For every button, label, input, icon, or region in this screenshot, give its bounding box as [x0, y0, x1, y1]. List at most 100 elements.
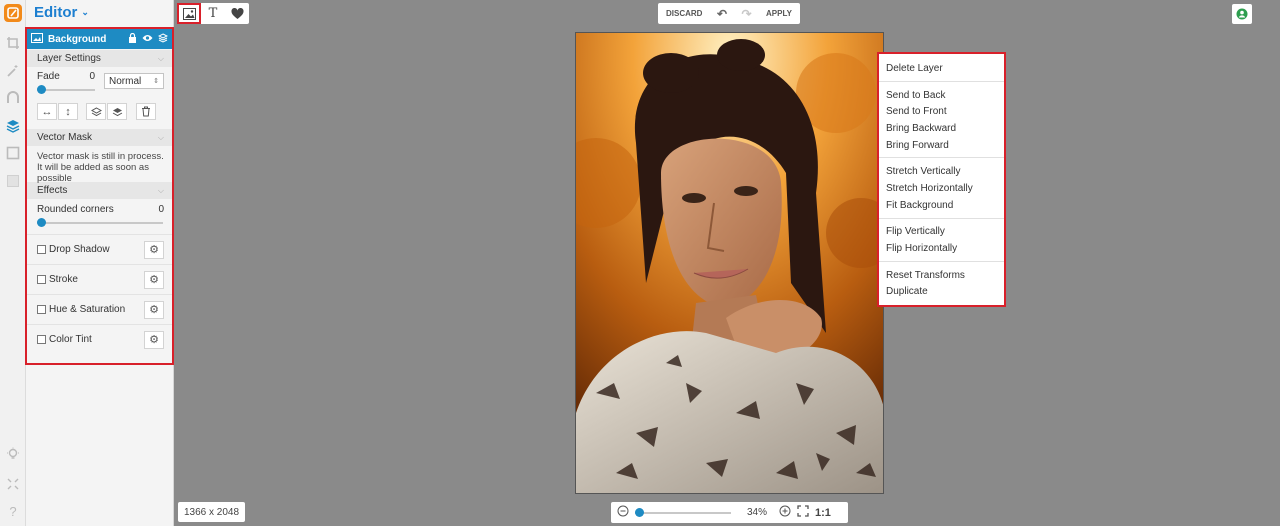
menu-send-to-back[interactable]: Send to Back — [879, 87, 1004, 104]
menu-divider — [879, 80, 1004, 82]
zoom-bar: 34% 1:1 — [611, 502, 848, 523]
add-sticker-button[interactable] — [225, 3, 249, 24]
frame-icon[interactable] — [4, 144, 22, 162]
drop-shadow-settings-button[interactable]: ⚙ — [144, 240, 164, 259]
layer-settings-header[interactable]: Layer Settings ⌵ — [27, 50, 172, 67]
lightbulb-icon[interactable] — [4, 445, 22, 463]
fit-screen-icon[interactable] — [797, 505, 809, 520]
effect-label: Stroke — [49, 274, 78, 285]
effect-row: Hue & Saturation ⚙ — [27, 294, 172, 324]
redo-icon[interactable]: ↷ — [741, 7, 751, 21]
lock-icon[interactable] — [128, 32, 137, 46]
arrows-vertical-icon: ↕ — [65, 105, 71, 118]
menu-bring-backward[interactable]: Bring Backward — [879, 120, 1004, 137]
effect-row: Color Tint ⚙ — [27, 324, 172, 354]
zoom-in-icon[interactable] — [779, 505, 791, 520]
menu-delete-layer[interactable]: Delete Layer — [879, 60, 1004, 77]
fade-label: Fade — [37, 71, 60, 82]
rounded-corners-slider[interactable] — [37, 218, 163, 228]
menu-fit-background[interactable]: Fit Background — [879, 197, 1004, 214]
image-layer-icon — [31, 32, 43, 46]
effects-header[interactable]: Effects ⌵ — [27, 182, 172, 199]
add-image-button[interactable] — [177, 3, 201, 24]
effects-title: Effects — [37, 185, 68, 196]
flip-vertical-button[interactable]: ↕ — [58, 103, 78, 120]
magic-wand-icon[interactable] — [4, 62, 22, 80]
menu-divider — [879, 157, 1004, 159]
bring-forward-button[interactable] — [86, 103, 106, 120]
discard-button[interactable]: DISCARD — [666, 9, 702, 18]
delete-layer-button[interactable] — [136, 103, 156, 120]
photo-portrait — [576, 33, 883, 493]
menu-bring-forward[interactable]: Bring Forward — [879, 137, 1004, 154]
menu-stretch-vertically[interactable]: Stretch Vertically — [879, 163, 1004, 180]
layer-settings-title: Layer Settings — [37, 53, 101, 64]
blend-mode-select[interactable]: Normal ⇕ — [104, 73, 164, 89]
help-icon[interactable]: ? — [4, 502, 22, 520]
vector-mask-header[interactable]: Vector Mask ⌵ — [27, 129, 172, 146]
fade-slider[interactable] — [37, 85, 95, 95]
menu-flip-horizontally[interactable]: Flip Horizontally — [879, 240, 1004, 257]
add-tools: T — [177, 3, 249, 24]
rounded-corners-slider-knob[interactable] — [37, 218, 46, 227]
arrows-horizontal-icon: ↔ — [41, 105, 53, 118]
fade-slider-knob[interactable] — [37, 85, 46, 94]
layer-down-icon — [112, 107, 122, 116]
heart-icon — [230, 7, 244, 19]
editor-title: Editor — [34, 4, 78, 21]
image-icon — [182, 7, 196, 20]
menu-stretch-horizontally[interactable]: Stretch Horizontally — [879, 180, 1004, 197]
zoom-value: 34% — [747, 507, 768, 518]
effects-list: Drop Shadow ⚙ Stroke ⚙ Hue & Saturation … — [27, 234, 172, 354]
fullscreen-icon[interactable] — [4, 475, 22, 493]
canvas-image[interactable] — [575, 32, 884, 494]
gear-icon: ⚙ — [149, 304, 159, 316]
add-text-button[interactable]: T — [201, 3, 225, 24]
zoom-slider-knob[interactable] — [635, 507, 644, 517]
app-logo-icon[interactable] — [4, 4, 22, 22]
color-tint-checkbox[interactable] — [37, 335, 46, 344]
rounded-corners-value: 0 — [158, 204, 164, 215]
zoom-slider[interactable] — [635, 507, 731, 518]
send-backward-button[interactable] — [107, 103, 127, 120]
image-dimensions: 1366 x 2048 — [178, 502, 245, 522]
layer-up-icon — [90, 106, 102, 116]
chevron-down-icon: ⌄ — [81, 7, 89, 17]
layer-panel: Background Layer Settings ⌵ Fade 0 Norma… — [25, 27, 174, 365]
account-button[interactable] — [1232, 4, 1252, 24]
layer-context-menu: Delete Layer Send to Back Send to Front … — [877, 52, 1006, 307]
layer-header[interactable]: Background — [27, 29, 172, 49]
chevron-updown-icon: ⇕ — [153, 78, 159, 85]
hue-saturation-settings-button[interactable]: ⚙ — [144, 300, 164, 319]
undo-icon[interactable]: ↶ — [717, 7, 727, 21]
menu-duplicate[interactable]: Duplicate — [879, 284, 1004, 301]
crop-icon[interactable] — [4, 34, 22, 52]
layer-stack-icon[interactable] — [157, 32, 169, 46]
gear-icon: ⚙ — [149, 334, 159, 346]
editor-menu[interactable]: Editor ⌄ — [34, 4, 89, 21]
menu-reset-transforms[interactable]: Reset Transforms — [879, 267, 1004, 284]
eye-icon[interactable] — [142, 34, 153, 45]
gear-icon: ⚙ — [149, 244, 159, 256]
effect-label: Hue & Saturation — [49, 304, 126, 315]
texture-icon[interactable] — [4, 172, 22, 190]
zoom-out-icon[interactable] — [617, 505, 629, 520]
actual-size-button[interactable]: 1:1 — [815, 507, 831, 519]
hue-saturation-checkbox[interactable] — [37, 305, 46, 314]
flip-horizontal-button[interactable]: ↔ — [37, 103, 57, 120]
menu-send-to-front[interactable]: Send to Front — [879, 103, 1004, 120]
color-tint-settings-button[interactable]: ⚙ — [144, 330, 164, 349]
gear-icon: ⚙ — [149, 274, 159, 286]
apply-button[interactable]: APPLY — [766, 9, 792, 18]
stroke-settings-button[interactable]: ⚙ — [144, 270, 164, 289]
drop-shadow-checkbox[interactable] — [37, 245, 46, 254]
stroke-checkbox[interactable] — [37, 275, 46, 284]
user-icon — [1236, 8, 1248, 20]
shape-icon[interactable] — [4, 88, 22, 106]
layers-icon[interactable] — [4, 117, 22, 135]
chevron-down-icon: ⌵ — [157, 185, 164, 195]
tool-rail: ? — [0, 0, 26, 526]
menu-flip-vertically[interactable]: Flip Vertically — [879, 224, 1004, 241]
effect-row: Drop Shadow ⚙ — [27, 234, 172, 264]
vector-mask-text: Vector mask is still in process. It will… — [37, 151, 164, 184]
